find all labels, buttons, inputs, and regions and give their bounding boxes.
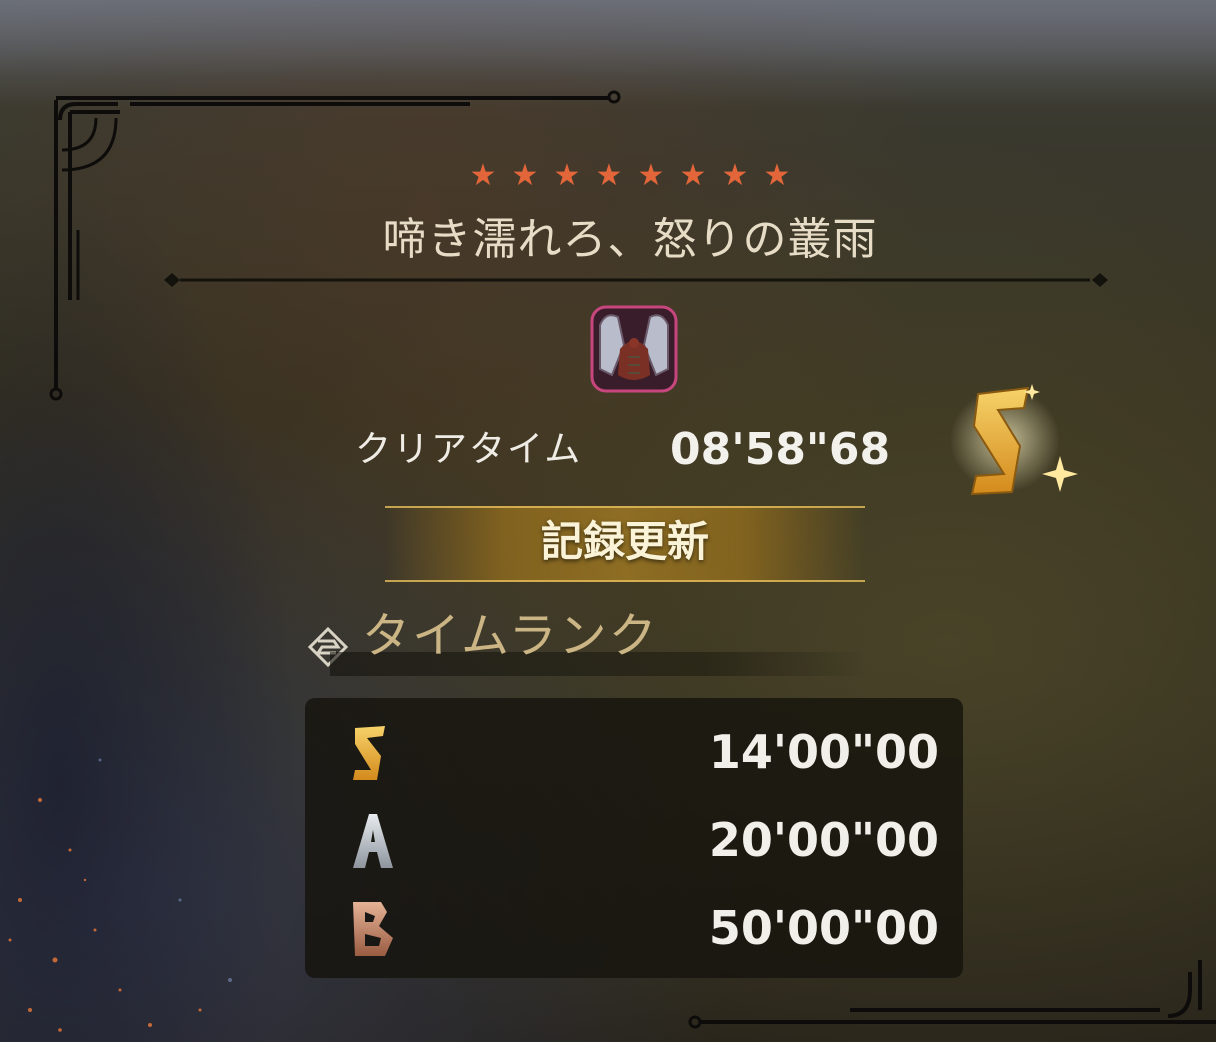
rank-b-icon	[353, 902, 393, 956]
star-icon: ★	[721, 158, 749, 193]
rank-b-time: 50'00"00	[708, 901, 939, 955]
star-icon: ★	[763, 158, 791, 193]
rank-s-icon	[950, 384, 1078, 496]
quest-title: 啼き濡れろ、怒りの叢雨	[382, 214, 878, 265]
clear-time-label: クリアタイム	[355, 429, 583, 470]
rank-s-icon	[353, 726, 385, 780]
star-icon: ★	[511, 158, 539, 193]
difficulty-stars: ★ ★ ★ ★ ★ ★ ★ ★	[460, 158, 800, 194]
rank-row-b: 50'00"00	[305, 884, 963, 970]
record-updated-label: 記録更新	[540, 517, 709, 566]
time-rank-heading: タイムランク	[362, 608, 659, 664]
clear-time-value: 08'58"68	[670, 424, 891, 475]
star-icon: ★	[595, 158, 623, 193]
time-rank-table: 14'00"00 20'00"00 50'00"00	[305, 698, 963, 978]
monster-icon	[590, 305, 678, 393]
rank-a-icon	[353, 814, 393, 868]
star-icon: ★	[469, 158, 497, 193]
star-icon: ★	[637, 158, 665, 193]
star-icon: ★	[679, 158, 707, 193]
star-icon: ★	[553, 158, 581, 193]
rank-row-s: 14'00"00	[305, 708, 963, 794]
rank-a-time: 20'00"00	[708, 813, 939, 867]
rank-s-time: 14'00"00	[708, 725, 939, 779]
rank-row-a: 20'00"00	[305, 796, 963, 882]
